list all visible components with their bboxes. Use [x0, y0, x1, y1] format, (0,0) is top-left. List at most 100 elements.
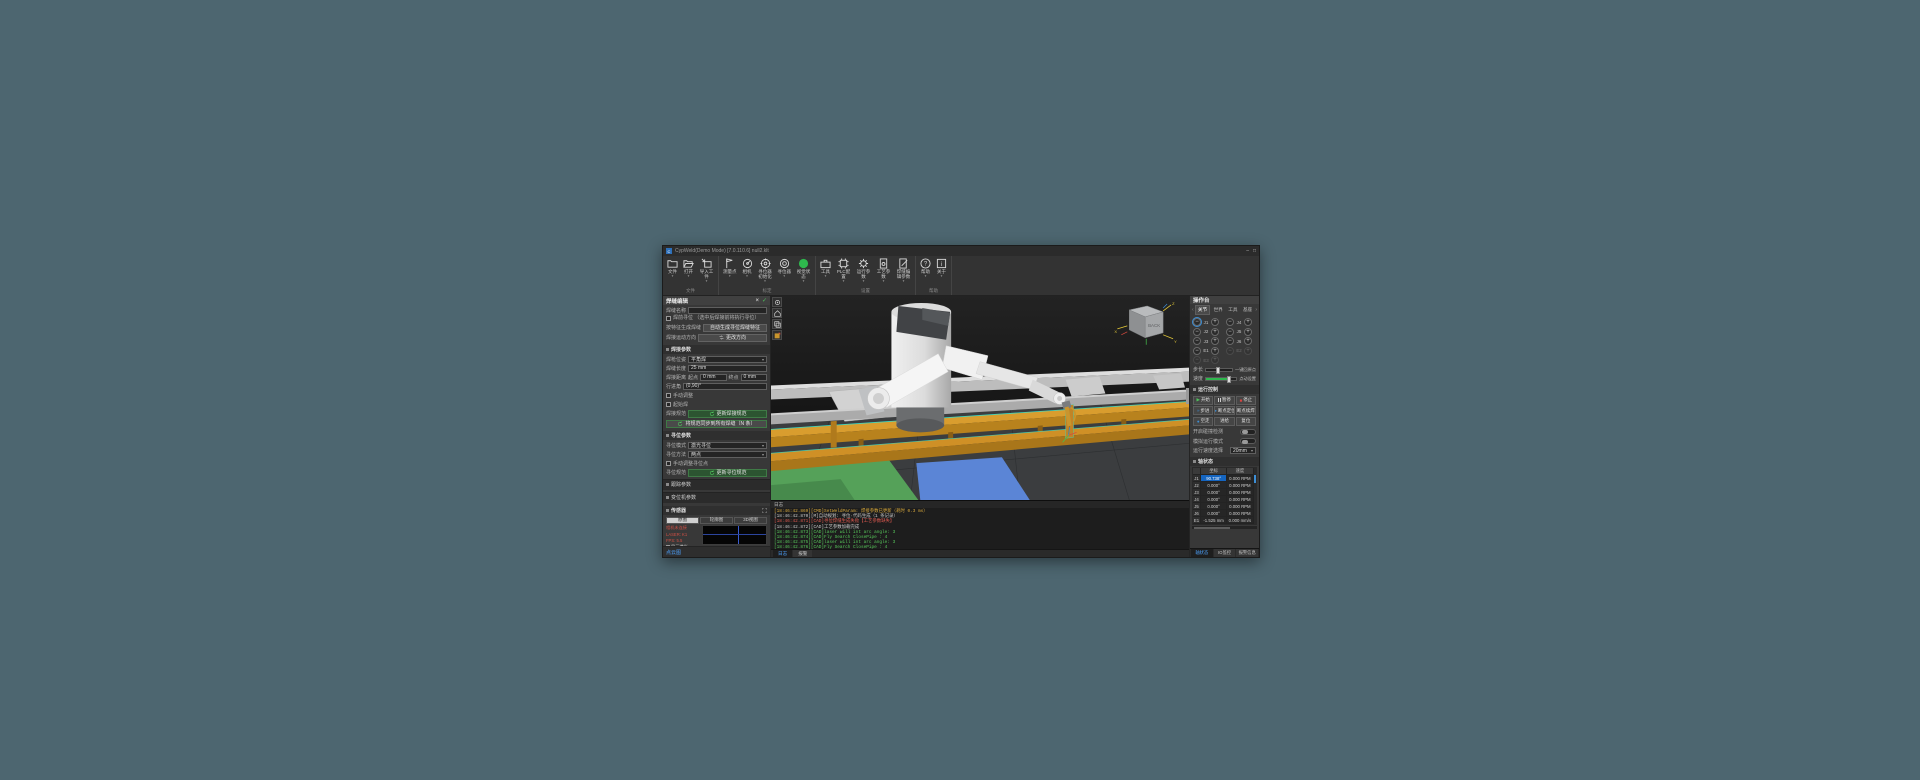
change-direction-button[interactable]: 更改方向: [698, 333, 767, 342]
view-material-button[interactable]: [772, 330, 782, 340]
ribbon-item-locator[interactable]: 寻位器 ▾: [776, 257, 794, 279]
jog-minus-button[interactable]: −: [1226, 327, 1234, 336]
home-all-link[interactable]: 一键回原点: [1235, 367, 1256, 373]
splitter-handle[interactable]: [1186, 387, 1189, 404]
travel-angle-input[interactable]: (0,90)°: [683, 382, 767, 390]
ribbon-item-locator-init[interactable]: 寻位器初始化 ▾: [756, 257, 775, 284]
point-cloud-tab[interactable]: 点云图: [663, 546, 770, 557]
ribbon-item-camera[interactable]: 相机 ▾: [740, 257, 755, 279]
locate-mode-select[interactable]: 激光寻位 ▾: [688, 441, 767, 449]
log-tab[interactable]: 日志: [773, 550, 793, 557]
locate-method-select[interactable]: 两点 ▾: [688, 450, 767, 458]
expand-icon[interactable]: [762, 507, 767, 513]
auto-generate-button[interactable]: 自动生成寻位焊缝特征: [703, 323, 767, 332]
jog-plus-button[interactable]: +: [1244, 318, 1252, 326]
ribbon-item-process-params[interactable]: 工艺参数 ▾: [874, 257, 893, 284]
breakpoint-locate-button[interactable]: ▶断点定位: [1214, 406, 1235, 415]
jog-plus-button[interactable]: +: [1211, 327, 1219, 336]
log-lines[interactable]: [18:46:42.869][CMD]SetWeldParam: 焊接参数已更新…: [771, 508, 1189, 549]
jog-minus-button[interactable]: −: [1193, 337, 1201, 345]
offset-start-input[interactable]: 0 mm: [700, 373, 727, 381]
reset-button[interactable]: 复位: [1235, 416, 1256, 426]
pre-locate-checkbox[interactable]: [666, 316, 671, 322]
sync-spec-all-button[interactable]: 将规范同步到所有焊缝（N 条）: [666, 419, 767, 428]
jog-plus-button[interactable]: +: [1244, 337, 1252, 345]
sensor-image-canvas[interactable]: [702, 524, 767, 545]
ribbon-item-vision-status[interactable]: 视觉状态 ▾: [794, 257, 813, 284]
ribbon-item-open[interactable]: 打开 ▾: [681, 257, 696, 279]
collapsed-section-tracking[interactable]: 跟踪参数: [663, 478, 770, 490]
confirm-check-icon[interactable]: ✓: [762, 297, 767, 304]
sensor-tab-profile[interactable]: 轮廓图: [700, 516, 733, 524]
torch-pose-select[interactable]: 平角焊 ▾: [688, 355, 767, 363]
tabs-scroll-right-icon[interactable]: ›: [1255, 307, 1257, 313]
run-speed-select[interactable]: 20mm ▾: [1230, 447, 1256, 454]
minimize-button[interactable]: –: [1246, 248, 1249, 254]
tabs-scroll-left-icon[interactable]: ‹: [1192, 307, 1194, 313]
coord-tab-joint[interactable]: 关节: [1194, 305, 1211, 315]
ribbon-item-seam-edit-params[interactable]: 焊缝编辑参数 ▾: [894, 257, 913, 284]
coord-tab-base[interactable]: 基座: [1241, 306, 1255, 314]
ribbon-item-tools[interactable]: 工具 ▾: [818, 257, 833, 279]
simulate-mode-toggle[interactable]: [1240, 438, 1256, 444]
jog-minus-button[interactable]: −: [1192, 317, 1202, 327]
manual-adjust-checkbox[interactable]: [666, 392, 671, 398]
viewport-3d[interactable]: BACK X Y Z: [771, 296, 1189, 500]
manual-locate-checkbox[interactable]: [666, 460, 671, 466]
jog-settings-link[interactable]: 点动设置: [1239, 376, 1256, 382]
jog-minus-button[interactable]: −: [1193, 327, 1201, 336]
update-locate-spec-text: 更新寻位规范: [716, 470, 747, 476]
resume-weld-button[interactable]: 断点续焊: [1235, 406, 1256, 415]
update-weld-spec-button[interactable]: 更新焊接规范: [688, 409, 767, 418]
jog-plus-button[interactable]: +: [1211, 346, 1219, 355]
desktop: { "colors": { "accent_green": "#2eb84d",…: [0, 0, 1920, 780]
jog-minus-button[interactable]: −: [1226, 337, 1234, 345]
pause-button[interactable]: 暂停: [1214, 395, 1235, 405]
title-bar[interactable]: C CypWeld(Demo Mode) [7.0.110.6] null2.k…: [663, 246, 1259, 256]
maximize-button[interactable]: □: [1253, 248, 1256, 254]
jog-plus-button[interactable]: +: [1244, 327, 1252, 336]
coord-tab-world[interactable]: 世界: [1211, 306, 1225, 314]
view-robot-button[interactable]: [772, 297, 782, 307]
ribbon-item-about[interactable]: i 关于 ▾: [934, 257, 949, 279]
alarm-tab[interactable]: 报警: [793, 550, 813, 557]
sensor-tab-raw[interactable]: 原图: [666, 516, 699, 524]
close-icon[interactable]: ×: [755, 298, 759, 304]
jog-minus-button[interactable]: −: [1226, 318, 1234, 326]
jog-minus-button[interactable]: −: [1193, 346, 1201, 355]
collision-check-toggle[interactable]: [1240, 428, 1256, 435]
coord-tab-tool[interactable]: 工具: [1226, 306, 1240, 314]
jog-plus-button[interactable]: +: [1211, 318, 1219, 326]
dry-run-button[interactable]: ● 空走: [1193, 416, 1214, 426]
ribbon-item-plc-config[interactable]: PLC配置 ▾: [834, 257, 853, 284]
step-run-button[interactable]: » 步进: [1193, 406, 1214, 415]
start-button[interactable]: ▶ 开始: [1193, 395, 1214, 405]
tab-axis-status[interactable]: 轴状态: [1191, 549, 1213, 557]
feed-button[interactable]: 进给: [1214, 416, 1235, 426]
tab-alarm-info[interactable]: 报警信息: [1236, 549, 1259, 557]
ribbon-item-file[interactable]: 文件 ▾: [665, 257, 680, 279]
update-locate-spec-button[interactable]: 更新寻位规范: [688, 468, 767, 477]
viewport-3d-scene[interactable]: BACK X Y Z: [771, 296, 1189, 500]
offset-end-input[interactable]: 0 mm: [740, 373, 768, 381]
seam-name-input[interactable]: [688, 307, 767, 314]
view-home-button[interactable]: [772, 308, 782, 318]
seam-length-input[interactable]: 25 mm: [688, 364, 767, 372]
speed-slider[interactable]: [1205, 375, 1238, 383]
ribbon-item-measure-point[interactable]: 测量点 ▾: [721, 257, 739, 279]
speed-label: 速度: [1193, 376, 1204, 382]
start-weld-checkbox[interactable]: [666, 401, 671, 407]
ribbon-item-run-params[interactable]: 运行参数 ▾: [854, 257, 873, 284]
sensor-tab-3d[interactable]: 3D视图: [734, 516, 767, 524]
view-layers-button[interactable]: [772, 319, 782, 329]
ribbon-item-import-part[interactable]: 导入工件 ▾: [697, 257, 716, 284]
manual-locate-label: 手动调整寻位点: [673, 460, 709, 467]
table-scrollbar[interactable]: [1253, 468, 1256, 524]
stop-button[interactable]: ■ 停止: [1235, 395, 1256, 405]
step-slider[interactable]: [1205, 366, 1234, 374]
collapsed-section-positioner[interactable]: 变位机参数: [663, 491, 770, 503]
table-hscrollbar[interactable]: [1192, 526, 1257, 529]
jog-plus-button[interactable]: +: [1211, 337, 1219, 345]
tab-io-monitor[interactable]: IO监控: [1213, 549, 1236, 557]
ribbon-item-help[interactable]: ? 帮助 ▾: [918, 257, 933, 279]
